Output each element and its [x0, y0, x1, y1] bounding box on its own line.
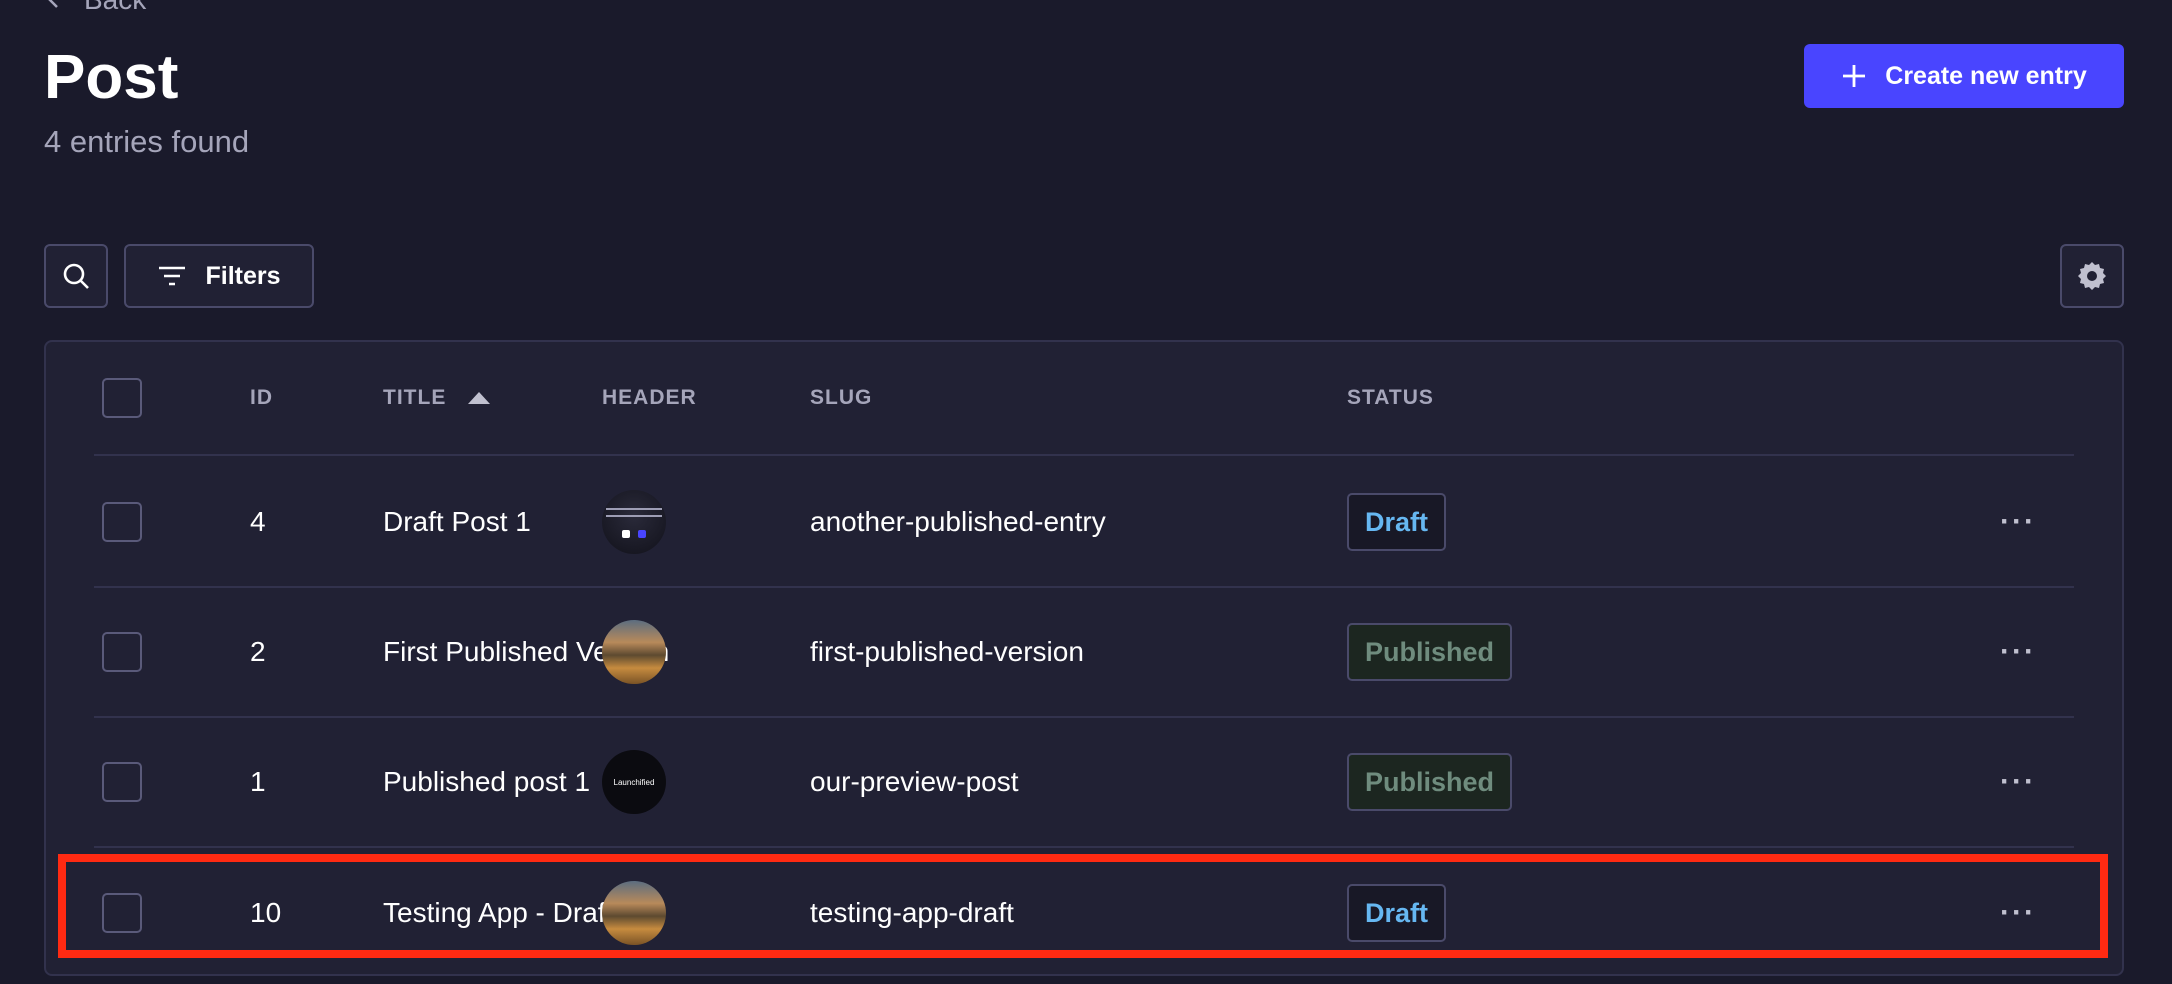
more-actions-icon[interactable]: ··· [2000, 507, 2036, 537]
status-badge: Draft [1347, 884, 1447, 942]
status-badge: Draft [1347, 493, 1447, 551]
more-actions-icon[interactable]: ··· [2000, 898, 2036, 928]
view-settings-button[interactable] [2060, 244, 2124, 308]
row-slug: testing-app-draft [810, 897, 1014, 928]
row-id: 10 [250, 897, 282, 928]
gear-icon [2078, 262, 2106, 290]
filters-label: Filters [205, 261, 281, 290]
table-row[interactable]: 2 First Published Version first-publishe… [94, 588, 2074, 718]
row-checkbox[interactable] [102, 762, 142, 802]
select-all-checkbox[interactable] [102, 378, 142, 418]
entries-count: 4 entries found [44, 124, 250, 159]
table-header-row: ID TITLE HEADER SLUG STATUS [94, 342, 2074, 456]
header-image-thumbnail [602, 490, 666, 554]
status-badge: Published [1347, 623, 1513, 681]
filters-button[interactable]: Filters [124, 244, 314, 308]
table-row[interactable]: 10 Testing App - Draft testing-app-draft… [94, 848, 2074, 978]
column-header-id[interactable]: ID [250, 342, 273, 454]
header-image-thumbnail: Launchified [602, 750, 666, 814]
chevron-left-icon [48, 0, 58, 8]
page-title: Post [44, 43, 179, 112]
search-icon [63, 263, 89, 289]
filter-icon [159, 266, 186, 286]
more-actions-icon[interactable]: ··· [2000, 767, 2036, 797]
back-label: Back [84, 0, 146, 16]
content-manager-page: Back Post 4 entries found Create new ent… [0, 0, 2172, 984]
row-slug: first-published-version [810, 636, 1084, 667]
row-title: Draft Post 1 [383, 506, 531, 537]
row-slug: our-preview-post [810, 766, 1019, 797]
table-row[interactable]: 4 Draft Post 1 another-published-entry D… [94, 458, 2074, 588]
row-id: 4 [250, 506, 266, 537]
column-header-title-label: TITLE [383, 386, 447, 409]
status-badge: Published [1347, 753, 1513, 811]
row-checkbox[interactable] [102, 893, 142, 933]
back-link[interactable]: Back [44, 0, 146, 16]
column-header-status[interactable]: STATUS [1347, 342, 1434, 454]
create-new-entry-button[interactable]: Create new entry [1804, 44, 2124, 108]
plus-icon [1843, 65, 1866, 87]
row-id: 1 [250, 766, 266, 797]
column-header-header[interactable]: HEADER [602, 342, 697, 454]
row-checkbox[interactable] [102, 502, 142, 542]
more-actions-icon[interactable]: ··· [2000, 637, 2036, 667]
row-slug: another-published-entry [810, 506, 1106, 537]
row-id: 2 [250, 636, 266, 667]
launchified-logo-text: Launchified [613, 777, 655, 787]
row-title: Published post 1 [383, 766, 591, 797]
create-new-entry-label: Create new entry [1885, 61, 2087, 90]
row-checkbox[interactable] [102, 632, 142, 672]
column-header-slug[interactable]: SLUG [810, 342, 872, 454]
search-button[interactable] [44, 244, 108, 308]
entries-table: ID TITLE HEADER SLUG STATUS 4 Draft Post… [44, 340, 2124, 976]
table-row[interactable]: 1 Published post 1 Launchified our-previ… [94, 718, 2074, 848]
header-image-thumbnail [602, 620, 666, 684]
row-title: Testing App - Draft [383, 897, 614, 928]
header-image-thumbnail [602, 881, 666, 945]
sort-ascending-icon[interactable] [468, 392, 491, 404]
column-header-title[interactable]: TITLE [383, 342, 491, 454]
